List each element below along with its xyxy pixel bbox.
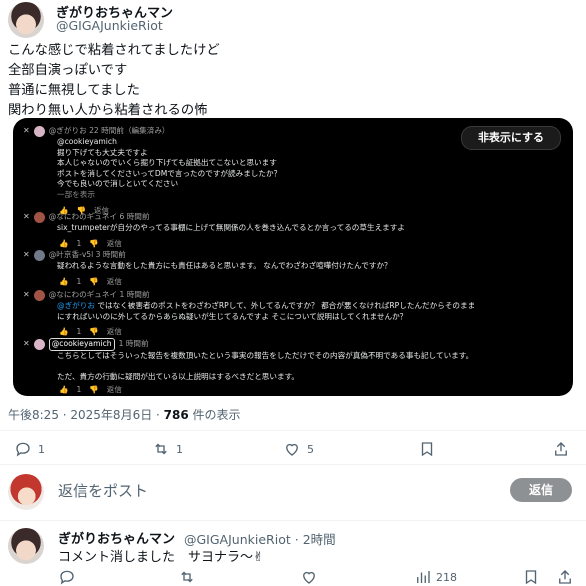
thumb-up-icon: 👍 bbox=[59, 238, 69, 248]
author-handle[interactable]: @GIGAJunkieRiot bbox=[56, 18, 163, 33]
retweet-icon bbox=[181, 571, 193, 583]
like-action[interactable]: 5 bbox=[283, 440, 314, 458]
tweet-text: コメント消しました サヨナラ～✌ bbox=[58, 550, 264, 565]
bookmark-icon bbox=[525, 570, 537, 585]
attached-image[interactable]: 非表示にする ✕ @ぎがりお 22 時間前（編集済み） @cookieyamich… bbox=[13, 118, 573, 396]
view-count: 218 bbox=[436, 570, 457, 584]
close-icon: ✕ bbox=[23, 126, 30, 136]
retweet-action[interactable] bbox=[178, 568, 196, 586]
bar-chart-icon bbox=[417, 571, 430, 583]
comment-line bbox=[23, 361, 473, 372]
comment-line: 本人じゃないのでいくら掘り下げても証拠出てこないと思います bbox=[57, 158, 277, 167]
views-action[interactable]: 218 bbox=[414, 568, 457, 586]
avatar bbox=[33, 250, 45, 261]
comment-line: 今でも良いので消しといてください bbox=[57, 179, 179, 188]
thumb-down-icon: 👎 bbox=[89, 276, 99, 286]
thumb-up-icon: 👍 bbox=[59, 327, 69, 336]
show-more-link: 一部を表示 bbox=[57, 189, 95, 199]
view-label: 件の表示 bbox=[188, 408, 241, 422]
comment-line: にすればいいのに外してるからあらぬ疑いが生じてるんですよ そこについて説明はして… bbox=[57, 311, 408, 321]
tweet-line: こんな感じで粘着されてましたけど bbox=[8, 43, 220, 58]
share-action[interactable] bbox=[552, 440, 570, 458]
heart-icon bbox=[286, 443, 298, 456]
close-icon: ✕ bbox=[23, 339, 30, 348]
comment-line: six_trumpeterが自分のやってる事棚に上げて無関係の人を巻き込んでると… bbox=[57, 223, 405, 232]
reply-button[interactable]: 返信 bbox=[510, 478, 572, 502]
comment-header: 1 時間前 bbox=[118, 339, 149, 348]
share-icon bbox=[559, 570, 571, 584]
comment-line: 疑われるような言動をした貴方にも責任はあると思います。 なんでわざわざ喧嘩付けた… bbox=[57, 261, 392, 270]
hide-button: 非表示にする bbox=[461, 126, 561, 150]
divider bbox=[0, 520, 586, 521]
share-action[interactable] bbox=[556, 568, 574, 586]
author-name[interactable]: ぎがりおちゃんマン bbox=[58, 528, 175, 547]
close-icon: ✕ bbox=[23, 290, 30, 300]
comment: ✕ @cookieyamich 1 時間前 こちらとしてはそういった報告を複数頂いた… bbox=[23, 338, 473, 396]
tweet-text: こんな感じで粘着されてましたけど 全部自演っぽいです 普通に無視してました 関わ… bbox=[8, 41, 220, 121]
tweet-line: 普通に無視してました bbox=[8, 83, 140, 98]
like-count: 5 bbox=[307, 442, 314, 456]
comment-header: @なにわのギュネイ 1 時間前 bbox=[48, 290, 150, 300]
divider bbox=[0, 464, 586, 465]
close-icon: ✕ bbox=[23, 212, 30, 222]
author-avatar[interactable] bbox=[8, 2, 44, 38]
bookmark-icon bbox=[421, 442, 433, 457]
timestamp[interactable]: · 2時間 bbox=[295, 532, 336, 547]
retweet-count: 1 bbox=[176, 442, 183, 456]
like-action[interactable] bbox=[300, 568, 318, 586]
reply-icon bbox=[60, 570, 74, 585]
thumb-up-icon: 👍 bbox=[59, 385, 69, 394]
avatar bbox=[33, 126, 45, 137]
tweet-line: 全部自演っぽいです bbox=[8, 63, 128, 78]
like-count: 1 bbox=[76, 327, 82, 336]
comment-header: @なにわのギュネイ 6 時間前 bbox=[48, 212, 150, 222]
avatar bbox=[33, 290, 45, 301]
bookmark-action[interactable] bbox=[522, 568, 540, 586]
retweet-action[interactable]: 1 bbox=[152, 440, 183, 458]
comment-line: 掘り下げても大丈夫ですよ bbox=[57, 147, 148, 157]
avatar bbox=[33, 212, 45, 223]
like-count: 1 bbox=[76, 276, 82, 286]
comment-mention: @cookieyamich bbox=[57, 137, 117, 146]
tweet-meta: 午後8:25 · 2025年8月6日 · 786 件の表示 bbox=[8, 406, 241, 423]
thumb-up-icon: 👍 bbox=[59, 276, 69, 286]
comment-header: @叶京香-v5l 3 時間前 bbox=[48, 250, 126, 260]
reply-label: 返信 bbox=[106, 238, 122, 248]
close-icon: ✕ bbox=[23, 250, 30, 260]
like-count: 1 bbox=[76, 238, 82, 248]
retweet-icon bbox=[155, 443, 167, 455]
comment: ✕ @なにわのギュネイ 1 時間前 @ぎがりお ではなく被害者のポストをわざわざR… bbox=[23, 290, 475, 338]
view-count: 786 bbox=[163, 408, 189, 422]
divider bbox=[0, 430, 586, 431]
comment: ✕ @なにわのギュネイ 6 時間前 six_trumpeterが自分のやってる事棚… bbox=[23, 212, 405, 249]
reply-label: 返信 bbox=[106, 276, 122, 286]
bookmark-action[interactable] bbox=[418, 440, 436, 458]
comment-line: ただ、貴方の行動に疑問が出ている以上説明はするべきだと思います。 bbox=[57, 371, 300, 381]
author-avatar[interactable] bbox=[8, 528, 44, 564]
comment-line: ではなく被害者のポストをわざわざRPして、外してるんですか？ 都合が悪くなければ… bbox=[97, 301, 476, 310]
heart-icon bbox=[303, 571, 315, 584]
author-tag: @cookieyamich bbox=[48, 338, 115, 351]
like-count: 1 bbox=[76, 385, 82, 394]
comment-line: ポストを消してくださいってDMで言ったのですが読みましたか？ bbox=[57, 168, 282, 178]
reply-label: 返信 bbox=[106, 385, 122, 394]
reply-icon bbox=[16, 442, 30, 457]
reply-action[interactable]: 1 bbox=[14, 440, 45, 458]
thumb-down-icon: 👎 bbox=[89, 385, 99, 394]
comment-line: こちらとしてはそういった報告を複数頂いたという事実の報告をしただけでその内容が真… bbox=[57, 350, 474, 360]
my-avatar[interactable] bbox=[8, 474, 44, 510]
share-icon bbox=[555, 442, 567, 456]
reply-count: 1 bbox=[38, 442, 45, 456]
comment-mention: @ぎがりお bbox=[57, 301, 95, 310]
thumb-down-icon: 👎 bbox=[89, 238, 99, 248]
reply-action[interactable] bbox=[58, 568, 76, 586]
reply-input[interactable]: 返信をポスト bbox=[58, 480, 148, 501]
avatar bbox=[33, 338, 45, 350]
timestamp[interactable]: 午後8:25 · 2025年8月6日 · bbox=[8, 408, 164, 422]
comment-header: @ぎがりお 22 時間前（編集済み） bbox=[48, 126, 170, 136]
comment: ✕ @ぎがりお 22 時間前（編集済み） @cookieyamich 掘り下げても… bbox=[23, 126, 281, 217]
comment: ✕ @叶京香-v5l 3 時間前 疑われるような言動をした貴方にも責任はあると思い… bbox=[23, 250, 392, 287]
thumb-down-icon: 👎 bbox=[89, 327, 99, 336]
reply-label: 返信 bbox=[106, 327, 122, 336]
